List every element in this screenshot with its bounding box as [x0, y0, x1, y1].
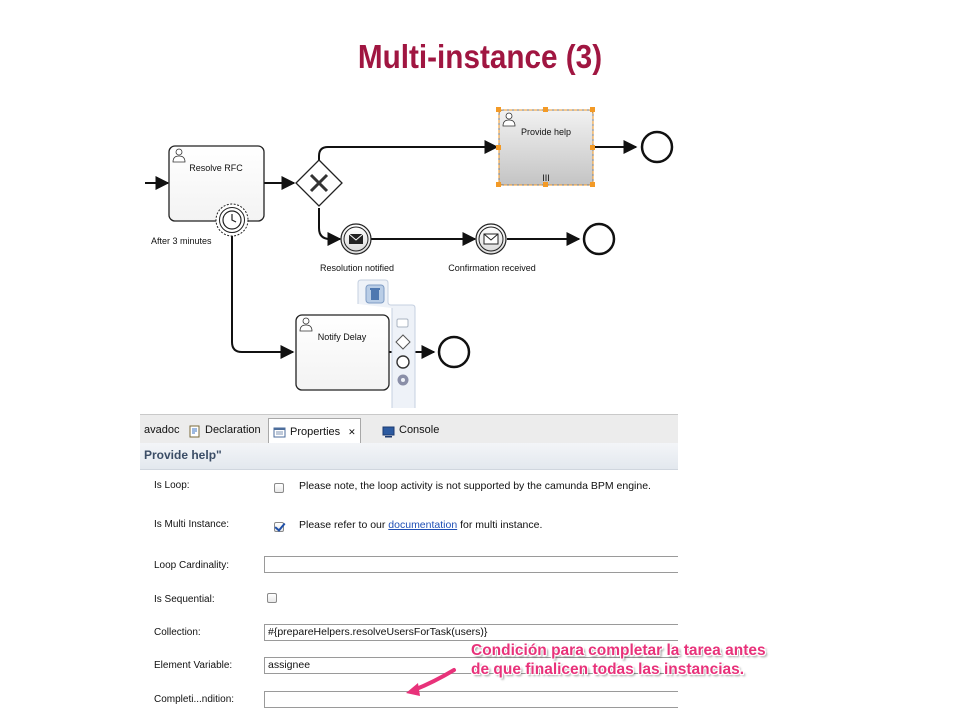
event-tool-icon[interactable] — [396, 355, 410, 369]
tab-properties-label: Properties — [290, 425, 341, 438]
is-sequential-checkbox[interactable] — [267, 593, 277, 603]
envelope-filled-icon — [348, 233, 364, 244]
tab-javadoc[interactable]: avadoc — [140, 418, 183, 442]
is-multi-instance-label: Is Multi Instance: — [154, 519, 230, 530]
loop-cardinality-label: Loop Cardinality: — [154, 560, 230, 571]
task-provide-help[interactable]: Provide help III — [496, 107, 595, 187]
exclusive-gateway[interactable] — [295, 159, 343, 207]
multi-instance-note-text: Please refer to our — [299, 519, 389, 531]
tab-declaration-label: Declaration — [205, 424, 261, 436]
gear-icon[interactable] — [397, 374, 409, 386]
declaration-icon — [188, 424, 201, 437]
tab-javadoc-label: avadoc — [144, 424, 180, 436]
task-resolve-rfc[interactable]: Resolve RFC — [168, 145, 265, 222]
is-multi-instance-checkbox[interactable] — [274, 522, 284, 532]
close-icon[interactable]: ✕ — [348, 421, 356, 443]
annotation-arrow — [406, 668, 456, 696]
element-variable-label: Element Variable: — [154, 660, 233, 671]
panel-header: Provide help" — [140, 443, 678, 470]
end-event-notify[interactable] — [437, 335, 471, 369]
view-tabbar: avadoc Declaration Properties ✕ Console — [140, 414, 678, 444]
annotation-line-2: de que finalicen todas las instancias. — [471, 661, 745, 678]
is-loop-checkbox[interactable] — [274, 483, 284, 493]
properties-icon — [273, 425, 286, 438]
timer-label: After 3 minutes — [151, 236, 212, 246]
annotation-tool-icon[interactable] — [396, 318, 409, 328]
tab-properties[interactable]: Properties ✕ — [268, 418, 361, 444]
end-event-provide-help[interactable] — [640, 130, 674, 164]
loop-cardinality-field[interactable] — [264, 556, 678, 573]
is-loop-label: Is Loop: — [154, 480, 190, 491]
end-event-confirmation[interactable] — [582, 222, 616, 256]
timer-boundary-event[interactable] — [215, 203, 249, 237]
flow-timer-to-notify — [231, 236, 295, 359]
is-sequential-label: Is Sequential: — [154, 594, 215, 605]
event-confirmation-received-label: Confirmation received — [448, 263, 536, 273]
annotation-text: Condición para completar la tarea antes … — [471, 641, 766, 679]
task-resolve-rfc-label: Resolve RFC — [189, 163, 243, 173]
task-provide-help-label: Provide help — [521, 127, 571, 137]
bpmn-diagram: Resolve RFC After 3 minutes Provide help… — [145, 107, 674, 410]
collection-field[interactable]: #{prepareHelpers.resolveUsersForTask(use… — [264, 624, 678, 641]
documentation-link[interactable]: documentation — [388, 519, 457, 531]
console-icon — [382, 424, 395, 437]
task-notify-delay[interactable]: Notify Delay — [295, 314, 390, 391]
flow-gateway-to-resolution — [318, 208, 342, 246]
tab-console[interactable]: Console — [378, 418, 443, 442]
completion-condition-field[interactable] — [264, 691, 678, 708]
tab-console-label: Console — [399, 424, 440, 436]
trash-icon[interactable] — [365, 284, 385, 304]
is-multi-instance-note: Please refer to our documentation for mu… — [299, 519, 542, 531]
event-resolution-notified-label: Resolution notified — [320, 263, 394, 273]
panel-title: Provide help" — [144, 448, 222, 462]
task-notify-delay-label: Notify Delay — [318, 332, 367, 342]
collection-label: Collection: — [154, 627, 201, 638]
annotation-line-1: Condición para completar la tarea antes — [471, 642, 766, 659]
multi-instance-note-text-end: for multi instance. — [457, 519, 543, 531]
envelope-outline-icon — [483, 233, 499, 245]
event-resolution-notified[interactable] — [340, 223, 372, 255]
flow-gateway-to-provide-help — [318, 140, 499, 162]
is-loop-note: Please note, the loop activity is not su… — [299, 480, 651, 492]
tab-declaration[interactable]: Declaration — [184, 418, 265, 442]
completion-condition-label: Completi...ndition: — [154, 694, 235, 705]
event-confirmation-received[interactable] — [475, 223, 507, 255]
multi-instance-marker: III — [542, 173, 550, 183]
